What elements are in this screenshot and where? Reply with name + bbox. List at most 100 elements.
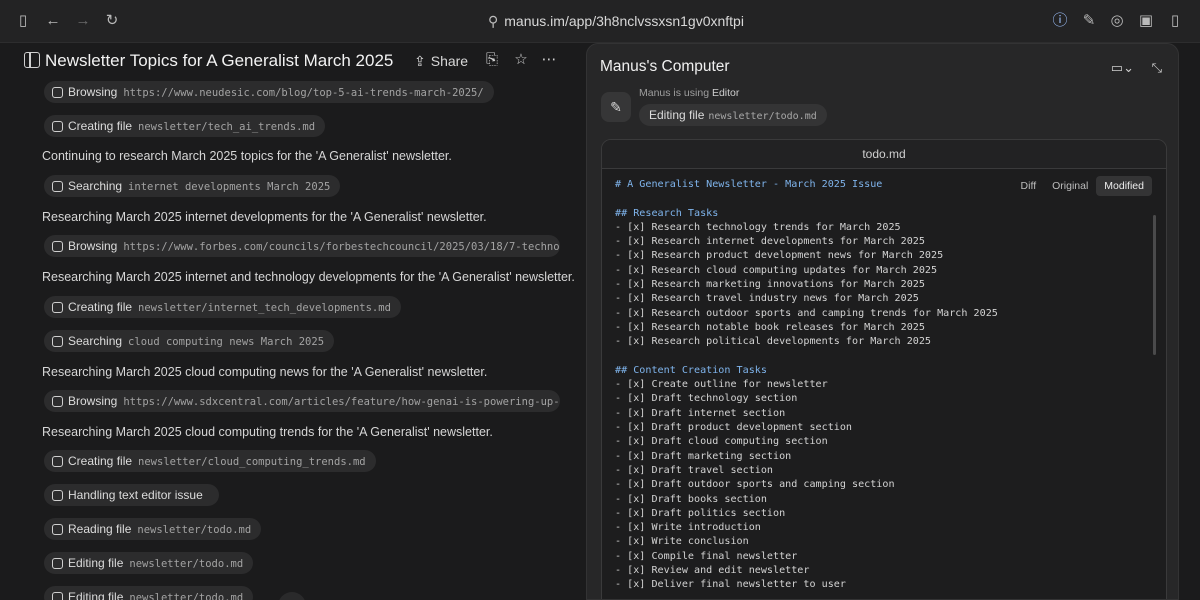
code-line: - [x] Draft politics section [615, 507, 786, 519]
browser-icon [52, 87, 63, 98]
code-heading-line: # A Generalist Newsletter - March 2025 I… [615, 179, 883, 190]
files-icon[interactable]: ⎘ [483, 51, 501, 69]
code-line: - [x] Review and edit newsletter [615, 565, 810, 577]
task-panel: Newsletter Topics for A Generalist March… [0, 43, 580, 600]
more-icon[interactable]: ⋯ [540, 51, 558, 69]
step-chip[interactable]: Browsing https://www.neudesic.com/blog/to… [44, 81, 494, 103]
view-tab-original[interactable]: Original [1044, 176, 1096, 196]
view-tabs: Diff Original Modified [1013, 176, 1152, 196]
step-argument: https://www.sdxcentral.com/articles/feat… [123, 396, 560, 408]
code-line: - [x] Research outdoor sports and campin… [615, 307, 998, 319]
status-message: Continuing to research March 2025 topics… [42, 149, 452, 163]
file-name: todo.md [602, 140, 1166, 169]
step-chip[interactable]: Searching internet developments March 202… [44, 175, 341, 197]
step-verb: Browsing [68, 394, 118, 408]
forward-icon[interactable]: → [74, 12, 92, 30]
status-message: Researching March 2025 cloud computing t… [42, 425, 493, 439]
incognito-icon[interactable]: ◎ [1108, 12, 1126, 30]
code-line: - [x] Research political developments fo… [615, 336, 932, 348]
step-argument: newsletter/todo.md [129, 558, 244, 570]
view-tab-diff[interactable]: Diff [1013, 176, 1045, 196]
code-line: - [x] Research marketing innovations for… [615, 279, 925, 291]
code-line: - [x] Draft marketing section [615, 450, 792, 462]
computer-panel: Manus's Computer ▭⌄ ⤡ ✎ Manus is using E… [586, 43, 1179, 600]
panel-toggle-icon[interactable] [24, 52, 40, 68]
step-argument: https://www.forbes.com/councils/forbeste… [123, 241, 560, 253]
search-icon [52, 181, 63, 192]
site-info-icon[interactable]: ⚲ [488, 11, 498, 31]
code-line: - [x] Draft books section [615, 493, 767, 505]
step-verb: Browsing [68, 85, 118, 99]
reload-icon[interactable]: ↻ [103, 12, 121, 30]
url-text: manus.im/app/3h8nclvssxsn1gv0xnftpi [504, 13, 744, 29]
step-chip[interactable]: Browsing https://www.sdxcentral.com/artic… [44, 390, 560, 412]
screen-mode-icon[interactable]: ▭⌄ [1111, 60, 1134, 75]
step-verb: Searching [68, 334, 123, 348]
code-line: - [x] Draft internet section [615, 407, 786, 419]
edit-icon [52, 302, 63, 313]
status-message: Researching March 2025 internet and tech… [42, 270, 575, 284]
star-icon[interactable]: ☆ [512, 51, 530, 69]
address-bar[interactable]: ⚲ manus.im/app/3h8nclvssxsn1gv0xnftpi [488, 11, 744, 31]
edit-icon [52, 456, 63, 467]
step-argument: newsletter/internet_tech_developments.md [138, 302, 391, 314]
step-verb: Creating file [68, 454, 133, 468]
edit-icon [52, 121, 63, 132]
file-content: # A Generalist Newsletter - March 2025 I… [615, 178, 998, 593]
code-line: - [x] Research internet developments for… [615, 236, 925, 248]
step-chip[interactable]: Searching cloud computing news March 2025 [44, 330, 335, 352]
code-line: - [x] Draft technology section [615, 393, 798, 405]
split-view-icon[interactable]: ▯ [1166, 12, 1184, 30]
status-message: Researching March 2025 internet developm… [42, 210, 487, 224]
step-chip[interactable]: Creating file newsletter/tech_ai_trends.m… [44, 115, 326, 137]
task-title: Newsletter Topics for A Generalist March… [45, 51, 394, 70]
browser-icon [52, 396, 63, 407]
step-verb: Handling text editor issue [68, 488, 203, 502]
code-line: - [x] Research travel industry news for … [615, 293, 919, 305]
browser-icon [52, 241, 63, 252]
step-chip[interactable]: Creating file newsletter/internet_tech_de… [44, 296, 401, 318]
code-heading-line: ## Research Tasks [615, 207, 719, 219]
code-line: - [x] Draft cloud computing section [615, 436, 828, 448]
scrollbar[interactable] [1153, 215, 1156, 355]
step-chip[interactable]: Creating file newsletter/cloud_computing_… [44, 450, 376, 472]
step-verb: Searching [68, 179, 123, 193]
edit-icon [52, 558, 63, 569]
code-line: - [x] Write conclusion [615, 536, 749, 548]
browser-toolbar: ▯ ← → ↻ ⚲ manus.im/app/3h8nclvssxsn1gv0xn… [0, 0, 1200, 43]
code-heading-line: ## Content Creation Tasks [615, 364, 767, 376]
step-verb: Editing file [68, 556, 124, 570]
step-verb: Editing file [68, 590, 124, 600]
step-chip[interactable]: Editing file newsletter/todo.md [44, 586, 254, 600]
code-line: - [x] Draft travel section [615, 464, 774, 476]
minimize-icon[interactable]: ⤡ [1152, 60, 1162, 75]
back-icon[interactable]: ← [44, 12, 62, 30]
edit-icon [52, 592, 63, 600]
view-tab-modified[interactable]: Modified [1096, 176, 1152, 196]
step-argument: cloud computing news March 2025 [128, 336, 325, 348]
step-argument: newsletter/todo.md [129, 592, 244, 600]
share-button[interactable]: ⇪ Share [414, 48, 468, 74]
edit-icon [52, 490, 63, 501]
step-verb: Reading file [68, 522, 132, 536]
eyedropper-icon[interactable]: ✎ [1080, 12, 1098, 30]
step-argument: newsletter/cloud_computing_trends.md [138, 456, 366, 468]
step-chip[interactable]: Browsing https://www.forbes.com/councils/… [44, 235, 560, 257]
step-chip[interactable]: Reading file newsletter/todo.md [44, 518, 262, 540]
step-argument: https://www.neudesic.com/blog/top-5-ai-t… [123, 87, 484, 99]
tool-status: Manus is using Editor [639, 87, 739, 99]
computer-panel-controls: ▭⌄ ⤡ [1097, 60, 1162, 76]
chip-arg: newsletter/todo.md [708, 111, 817, 122]
password-manager-icon[interactable]: ⓘ [1051, 12, 1069, 30]
step-chip[interactable]: Handling text editor issue [44, 484, 219, 506]
scroll-down-button[interactable] [278, 592, 306, 600]
edit-icon [52, 524, 63, 535]
step-argument: internet developments March 2025 [128, 181, 331, 193]
extension-icon[interactable]: ▣ [1137, 12, 1155, 30]
file-viewer: todo.md Diff Original Modified # A General… [601, 139, 1167, 599]
step-chip[interactable]: Editing file newsletter/todo.md [44, 552, 254, 574]
sidebar-icon[interactable]: ▯ [14, 12, 32, 30]
code-line: - [x] Research notable book releases for… [615, 321, 925, 333]
